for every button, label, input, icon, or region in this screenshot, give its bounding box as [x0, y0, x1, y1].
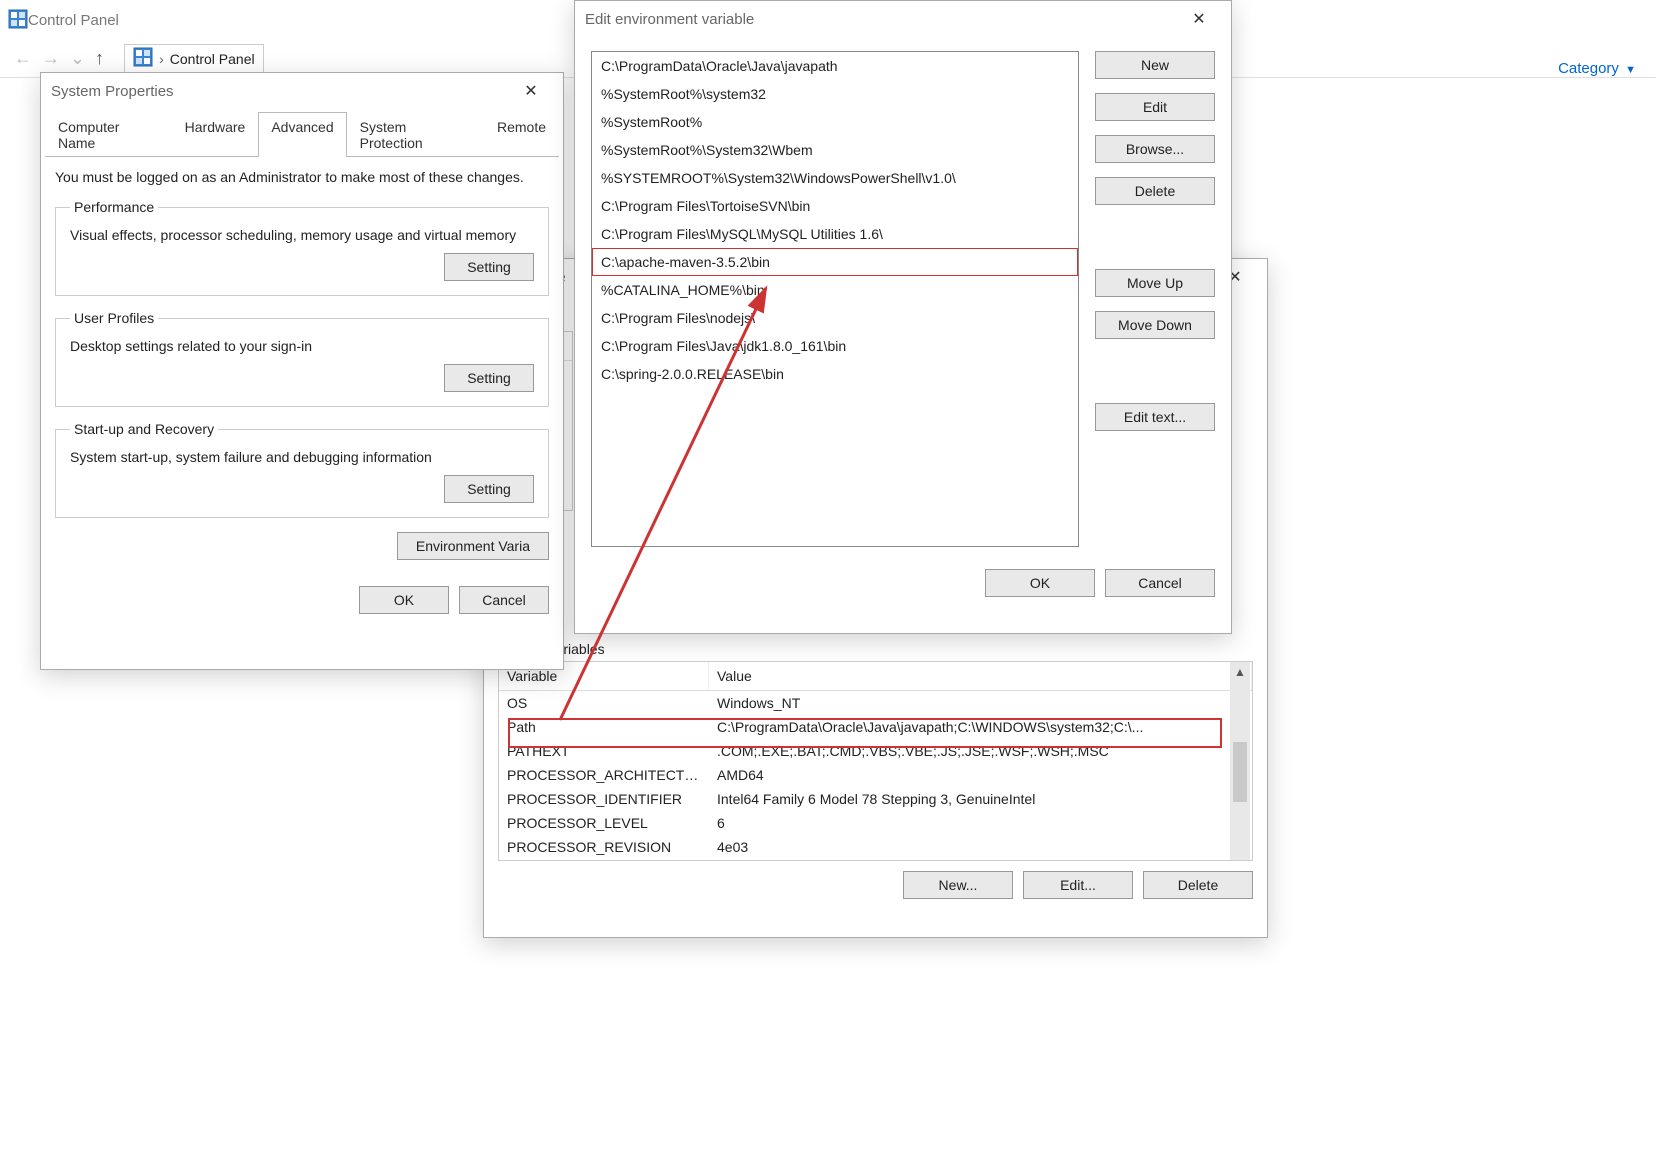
- system-vars-row[interactable]: PathC:\ProgramData\Oracle\Java\javapath;…: [499, 715, 1252, 739]
- nav-history-dropdown-icon[interactable]: ⌄: [70, 48, 85, 69]
- close-button[interactable]: ✕: [509, 77, 553, 105]
- breadcrumb-sep-icon: ›: [159, 51, 164, 67]
- tab-advanced[interactable]: Advanced: [258, 112, 346, 157]
- system-var-value: AMD64: [709, 763, 1252, 787]
- sysprops-ok-button[interactable]: OK: [359, 586, 449, 614]
- editenv-cancel-button[interactable]: Cancel: [1105, 569, 1215, 597]
- close-button[interactable]: ✕: [1177, 5, 1221, 33]
- path-list-item[interactable]: C:\Program Files\TortoiseSVN\bin: [592, 192, 1078, 220]
- path-list-item[interactable]: %SYSTEMROOT%\System32\WindowsPowerShell\…: [592, 164, 1078, 192]
- path-values-list[interactable]: C:\ProgramData\Oracle\Java\javapath%Syst…: [591, 51, 1079, 547]
- editenv-titlebar: Edit environment variable ✕: [575, 1, 1231, 37]
- path-list-item[interactable]: %SystemRoot%\System32\Wbem: [592, 136, 1078, 164]
- path-list-item[interactable]: C:\spring-2.0.0.RELEASE\bin: [592, 360, 1078, 388]
- view-by-label: Category: [1558, 60, 1619, 77]
- sysprops-titlebar: System Properties ✕: [41, 73, 563, 109]
- tab-hardware[interactable]: Hardware: [172, 112, 259, 157]
- system-var-name: PROCESSOR_IDENTIFIER: [499, 787, 709, 811]
- system-vars-row[interactable]: PROCESSOR_REVISION4e03: [499, 835, 1252, 859]
- sysvars-delete-button[interactable]: Delete: [1143, 871, 1253, 899]
- system-vars-row[interactable]: OSWindows_NT: [499, 691, 1252, 715]
- nav-forward-icon[interactable]: →: [42, 48, 60, 69]
- path-list-item[interactable]: C:\ProgramData\Oracle\Java\javapath: [592, 52, 1078, 80]
- system-var-name: PATHEXT: [499, 739, 709, 763]
- sysprops-tabs: Computer Name Hardware Advanced System P…: [45, 111, 559, 157]
- editenv-move-up-button[interactable]: Move Up: [1095, 269, 1215, 297]
- sysvars-edit-button[interactable]: Edit...: [1023, 871, 1133, 899]
- system-vars-row[interactable]: PROCESSOR_IDENTIFIERIntel64 Family 6 Mod…: [499, 787, 1252, 811]
- editenv-edit-button[interactable]: Edit: [1095, 93, 1215, 121]
- breadcrumb[interactable]: › Control Panel: [124, 44, 264, 74]
- close-icon: ✕: [524, 81, 537, 101]
- editenv-ok-button[interactable]: OK: [985, 569, 1095, 597]
- user-profiles-group: User Profiles Desktop settings related t…: [55, 310, 549, 407]
- nav-back-icon[interactable]: ←: [14, 48, 32, 69]
- tab-remote[interactable]: Remote: [484, 112, 559, 157]
- system-var-name: PROCESSOR_REVISION: [499, 835, 709, 859]
- sysvars-button-row: New... Edit... Delete: [498, 871, 1253, 899]
- system-var-value: C:\ProgramData\Oracle\Java\javapath;C:\W…: [709, 715, 1252, 739]
- startup-recovery-group: Start-up and Recovery System start-up, s…: [55, 421, 549, 518]
- tab-computer-name[interactable]: Computer Name: [45, 112, 172, 157]
- performance-settings-button[interactable]: Setting: [444, 253, 534, 281]
- system-vars-row[interactable]: PATHEXT.COM;.EXE;.BAT;.CMD;.VBS;.VBE;.JS…: [499, 739, 1252, 763]
- system-var-name: Path: [499, 715, 709, 739]
- startup-recovery-settings-button[interactable]: Setting: [444, 475, 534, 503]
- close-icon: ✕: [1192, 9, 1205, 29]
- editenv-edit-text-button[interactable]: Edit text...: [1095, 403, 1215, 431]
- system-vars-row[interactable]: PROCESSOR_ARCHITECTUREAMD64: [499, 763, 1252, 787]
- path-list-item[interactable]: C:\apache-maven-3.5.2\bin: [592, 248, 1078, 276]
- system-vars-table[interactable]: Variable Value OSWindows_NTPathC:\Progra…: [498, 661, 1253, 861]
- edit-env-var-dialog: Edit environment variable ✕ C:\ProgramDa…: [574, 0, 1232, 634]
- admin-note: You must be logged on as an Administrato…: [55, 169, 549, 185]
- user-profiles-desc: Desktop settings related to your sign-in: [70, 338, 534, 354]
- system-var-name: PROCESSOR_ARCHITECTURE: [499, 763, 709, 787]
- environment-variables-button[interactable]: Environment Varia: [397, 532, 549, 560]
- control-panel-icon: [8, 9, 28, 32]
- system-vars-section-label: System variables: [498, 641, 1253, 657]
- scrollbar-thumb[interactable]: [1233, 742, 1247, 802]
- system-var-value: Intel64 Family 6 Model 78 Stepping 3, Ge…: [709, 787, 1252, 811]
- scroll-up-icon[interactable]: ▲: [1230, 662, 1250, 682]
- path-list-item[interactable]: %CATALINA_HOME%\bin: [592, 276, 1078, 304]
- editenv-browse-button[interactable]: Browse...: [1095, 135, 1215, 163]
- sysvars-new-button[interactable]: New...: [903, 871, 1013, 899]
- nav-up-icon[interactable]: ↑: [95, 48, 104, 69]
- system-var-name: PROCESSOR_LEVEL: [499, 811, 709, 835]
- system-var-value: 4e03: [709, 835, 1252, 859]
- path-list-item[interactable]: C:\Program Files\MySQL\MySQL Utilities 1…: [592, 220, 1078, 248]
- path-list-item[interactable]: C:\Program Files\Java\jdk1.8.0_161\bin: [592, 332, 1078, 360]
- editenv-title: Edit environment variable: [585, 11, 754, 28]
- editenv-new-button[interactable]: New: [1095, 51, 1215, 79]
- system-vars-row[interactable]: PROCESSOR_LEVEL6: [499, 811, 1252, 835]
- chevron-down-icon: ▼: [1625, 64, 1636, 76]
- user-profiles-settings-button[interactable]: Setting: [444, 364, 534, 392]
- system-var-value: .COM;.EXE;.BAT;.CMD;.VBS;.VBE;.JS;.JSE;.…: [709, 739, 1252, 763]
- sysprops-title: System Properties: [51, 83, 174, 100]
- sysvars-col-value: Value: [709, 662, 1252, 690]
- tab-system-protection[interactable]: System Protection: [347, 112, 484, 157]
- performance-legend: Performance: [70, 199, 158, 215]
- breadcrumb-item[interactable]: Control Panel: [170, 51, 255, 67]
- editenv-delete-button[interactable]: Delete: [1095, 177, 1215, 205]
- path-list-item[interactable]: %SystemRoot%\system32: [592, 80, 1078, 108]
- sysprops-body: You must be logged on as an Administrato…: [41, 157, 563, 626]
- performance-desc: Visual effects, processor scheduling, me…: [70, 227, 534, 243]
- path-list-item[interactable]: C:\Program Files\nodejs\: [592, 304, 1078, 332]
- editenv-move-down-button[interactable]: Move Down: [1095, 311, 1215, 339]
- system-var-name: OS: [499, 691, 709, 715]
- explorer-title: Control Panel: [28, 12, 119, 29]
- view-by-dropdown[interactable]: Category ▼: [1558, 60, 1636, 77]
- system-var-value: Windows_NT: [709, 691, 1252, 715]
- user-profiles-legend: User Profiles: [70, 310, 158, 326]
- startup-recovery-legend: Start-up and Recovery: [70, 421, 218, 437]
- system-properties-dialog: System Properties ✕ Computer Name Hardwa…: [40, 72, 564, 670]
- startup-recovery-desc: System start-up, system failure and debu…: [70, 449, 534, 465]
- path-list-item[interactable]: %SystemRoot%: [592, 108, 1078, 136]
- control-panel-icon: [133, 47, 153, 70]
- system-var-value: 6: [709, 811, 1252, 835]
- sysprops-cancel-button[interactable]: Cancel: [459, 586, 549, 614]
- performance-group: Performance Visual effects, processor sc…: [55, 199, 549, 296]
